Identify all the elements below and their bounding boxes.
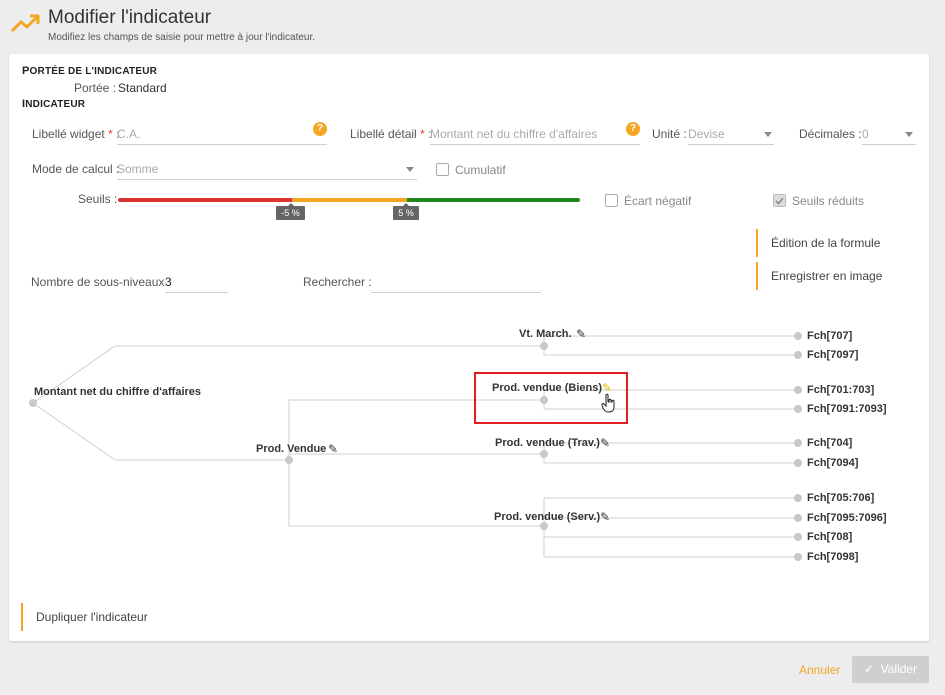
tree-leaf-label[interactable]: Fch[707] — [807, 330, 852, 342]
tree-leaf-label[interactable]: Fch[704] — [807, 437, 852, 449]
tree-leaf-label[interactable]: Fch[708] — [807, 531, 852, 543]
tree-node-leaf — [794, 332, 802, 340]
tree-node-leaf — [794, 351, 802, 359]
tree-prod-vendue-label[interactable]: Prod. Vendue — [256, 443, 326, 455]
tree-node-root — [29, 399, 37, 407]
tree-vt-march-label[interactable]: Vt. March. — [519, 328, 572, 340]
tree-node-leaf — [794, 553, 802, 561]
tree-leaf-label[interactable]: Fch[7097] — [807, 349, 858, 361]
tree-leaf-label[interactable]: Fch[7094] — [807, 457, 858, 469]
tree-node-leaf — [794, 459, 802, 467]
pencil-icon[interactable]: ✎ — [576, 327, 586, 341]
tree-node-prod-vendue — [285, 456, 293, 464]
tree-leaf-label[interactable]: Fch[7098] — [807, 551, 858, 563]
cancel-button[interactable]: Annuler — [799, 663, 840, 677]
tree-node-leaf — [794, 533, 802, 541]
validate-label: Valider — [880, 662, 918, 676]
tree-leaf-label[interactable]: Fch[7091:7093] — [807, 403, 887, 415]
check-icon: ✓ — [863, 662, 874, 676]
tree-node-prod-trav — [540, 450, 548, 458]
duplicate-button[interactable]: Dupliquer l'indicateur — [21, 603, 148, 631]
tree-leaf-label[interactable]: Fch[7095:7096] — [807, 512, 887, 524]
tree-node-leaf — [794, 514, 802, 522]
tree-leaf-label[interactable]: Fch[705:706] — [807, 492, 874, 504]
tree-node-vt-march — [540, 342, 548, 350]
tree-root-label[interactable]: Montant net du chiffre d'affaires — [34, 386, 201, 398]
tree-node-leaf — [794, 405, 802, 413]
tree-node-leaf — [794, 494, 802, 502]
tree-leaf-label[interactable]: Fch[701:703] — [807, 384, 874, 396]
tree-node-prod-serv — [540, 522, 548, 530]
tree-node-leaf — [794, 439, 802, 447]
tree-connectors — [29, 332, 802, 561]
pencil-icon[interactable]: ✎ — [328, 442, 338, 456]
tree-prod-trav-label[interactable]: Prod. vendue (Trav.) — [495, 437, 600, 449]
tree-prod-serv-label[interactable]: Prod. vendue (Serv.) — [494, 511, 600, 523]
hand-cursor-icon — [601, 393, 615, 413]
tree-node-leaf — [794, 386, 802, 394]
pencil-icon[interactable]: ✎ — [600, 510, 610, 524]
tree-prod-biens-label[interactable]: Prod. vendue (Biens) — [492, 382, 602, 394]
validate-button[interactable]: ✓ Valider — [852, 656, 929, 683]
pencil-icon[interactable]: ✎ — [600, 436, 610, 450]
